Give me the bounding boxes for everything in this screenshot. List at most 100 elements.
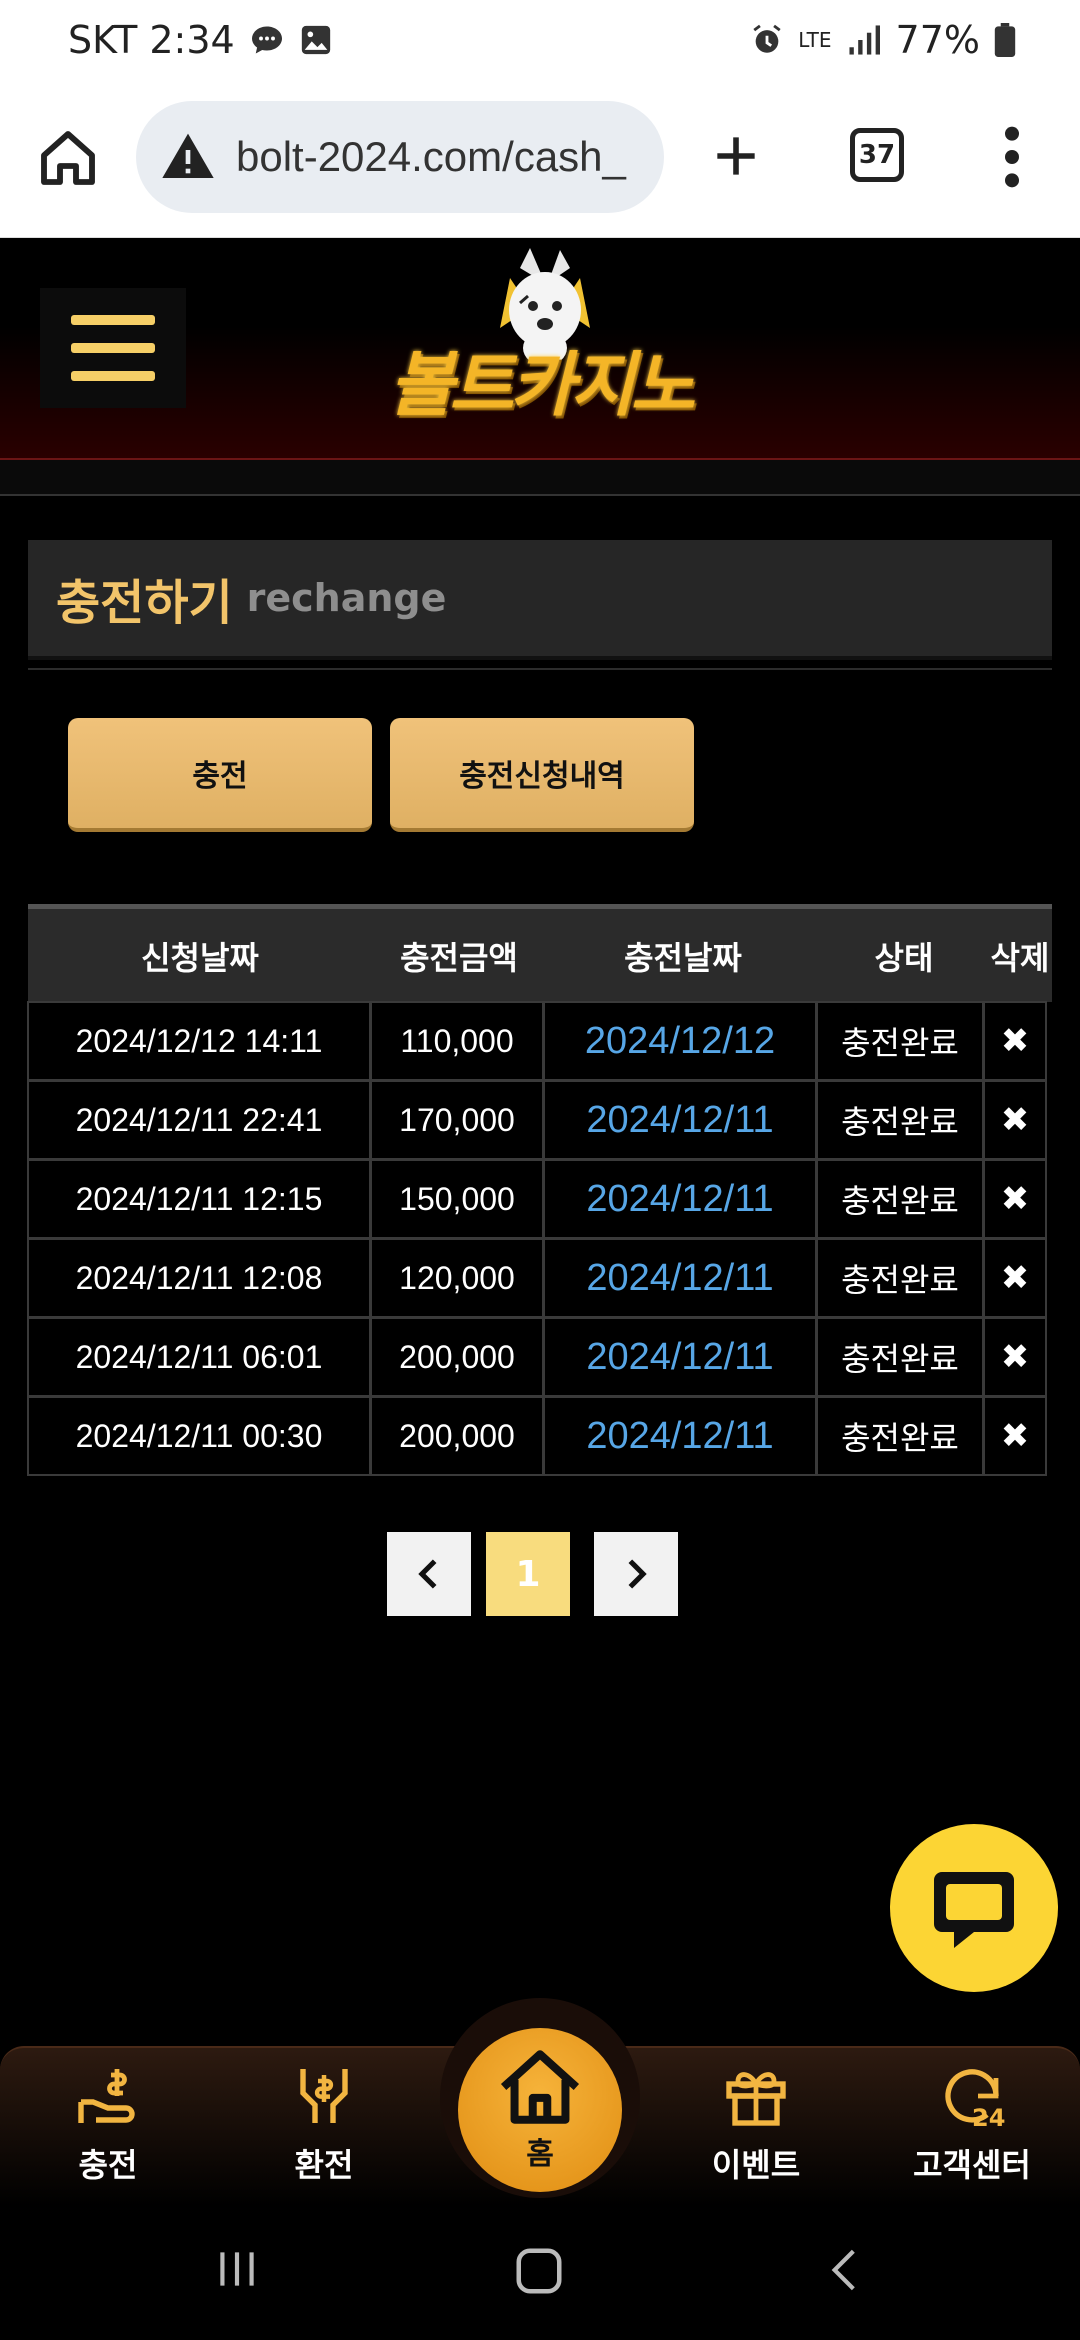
delete-icon[interactable]: ✖ bbox=[983, 1159, 1047, 1239]
cell-status: 충전완료 bbox=[816, 1238, 984, 1318]
nav-home-label: 홈 bbox=[526, 2137, 554, 2172]
carrier-time: SKT 2:34 bbox=[68, 18, 235, 62]
charge-history-button[interactable]: 충전신청내역 bbox=[390, 718, 694, 832]
support-24h-icon: 24 bbox=[945, 2069, 1005, 2132]
header-requested-date: 신청날짜 bbox=[141, 938, 259, 977]
cell-requested-date: 2024/12/12 14:11 bbox=[27, 1001, 371, 1081]
page-title-bar: 충전하기 rechange bbox=[28, 540, 1052, 660]
status-right: LTE 77% bbox=[750, 18, 1016, 62]
table-row: 2024/12/11 12:15 150,000 2024/12/11 충전완료… bbox=[27, 1159, 1052, 1239]
warning-icon bbox=[162, 133, 214, 178]
home-icon bbox=[500, 2050, 580, 2124]
delete-icon[interactable]: ✖ bbox=[983, 1001, 1047, 1081]
header-strip bbox=[0, 460, 1080, 496]
delete-icon[interactable]: ✖ bbox=[983, 1080, 1047, 1160]
cell-amount: 200,000 bbox=[370, 1317, 544, 1397]
gallery-icon bbox=[299, 23, 333, 57]
browser-toolbar: bolt-2024.com/cash_ 37 bbox=[0, 86, 1080, 238]
cell-amount: 150,000 bbox=[370, 1159, 544, 1239]
cell-status: 충전완료 bbox=[816, 1080, 984, 1160]
table-row: 2024/12/11 22:41 170,000 2024/12/11 충전완료… bbox=[27, 1080, 1052, 1160]
cell-requested-date: 2024/12/11 00:30 bbox=[27, 1396, 371, 1476]
cell-amount: 170,000 bbox=[370, 1080, 544, 1160]
cell-charged-date[interactable]: 2024/12/11 bbox=[543, 1238, 817, 1318]
cell-charged-date[interactable]: 2024/12/11 bbox=[543, 1396, 817, 1476]
prev-page-button[interactable] bbox=[387, 1532, 471, 1616]
exchange-hands-icon bbox=[300, 2069, 348, 2123]
nav-event-label: 이벤트 bbox=[711, 2146, 801, 2184]
chat-support-button[interactable] bbox=[890, 1824, 1058, 1992]
status-bar: SKT 2:34 LTE 77% bbox=[0, 0, 1080, 86]
cell-amount: 200,000 bbox=[370, 1396, 544, 1476]
hamburger-menu-icon[interactable] bbox=[40, 288, 186, 408]
page-subtitle: rechange bbox=[246, 576, 447, 620]
url-text: bolt-2024.com/cash_ bbox=[236, 133, 626, 180]
chevron-left-icon bbox=[418, 1559, 437, 1589]
nav-event[interactable]: 이벤트 bbox=[666, 2060, 846, 2200]
site-header: 볼트카지노 bbox=[0, 238, 1080, 460]
back-icon[interactable] bbox=[820, 2242, 870, 2298]
nav-exchange[interactable]: 환전 bbox=[234, 2060, 414, 2200]
system-navigation-bar bbox=[0, 2206, 1080, 2340]
network-label: LTE bbox=[798, 28, 832, 52]
cell-charged-date[interactable]: 2024/12/11 bbox=[543, 1159, 817, 1239]
charge-button[interactable]: 충전 bbox=[68, 718, 372, 832]
delete-icon[interactable]: ✖ bbox=[983, 1317, 1047, 1397]
cell-requested-date: 2024/12/11 22:41 bbox=[27, 1080, 371, 1160]
nav-exchange-label: 환전 bbox=[294, 2146, 354, 2184]
chevron-right-icon bbox=[628, 1559, 647, 1589]
nav-support[interactable]: 24 고객센터 bbox=[882, 2060, 1062, 2200]
tab-count: 37 bbox=[858, 140, 896, 170]
cell-status: 충전완료 bbox=[816, 1159, 984, 1239]
tab-switcher-button[interactable]: 37 bbox=[850, 128, 904, 182]
charge-hand-icon bbox=[78, 2069, 135, 2123]
alarm-icon bbox=[750, 23, 784, 57]
nav-charge-label: 충전 bbox=[78, 2146, 138, 2184]
battery-percent: 77% bbox=[895, 18, 980, 62]
table-header: 신청날짜 충전금액 충전날짜 상태 삭제 bbox=[28, 904, 1052, 1002]
home-nav-icon[interactable] bbox=[512, 2244, 566, 2298]
more-menu-icon[interactable] bbox=[994, 122, 1030, 192]
header-delete: 삭제 bbox=[990, 938, 1050, 977]
signal-icon bbox=[846, 24, 882, 56]
new-tab-icon[interactable] bbox=[708, 124, 764, 188]
chat-bubble-icon bbox=[934, 1872, 1014, 1948]
page-title: 충전하기 bbox=[56, 575, 233, 631]
message-icon bbox=[249, 22, 285, 58]
cell-amount: 110,000 bbox=[370, 1001, 544, 1081]
nav-support-label: 고객센터 bbox=[913, 2146, 1031, 2184]
cell-charged-date[interactable]: 2024/12/11 bbox=[543, 1080, 817, 1160]
status-left: SKT 2:34 bbox=[68, 18, 333, 62]
cell-charged-date[interactable]: 2024/12/12 bbox=[543, 1001, 817, 1081]
table-row: 2024/12/12 14:11 110,000 2024/12/12 충전완료… bbox=[27, 1001, 1052, 1081]
cell-amount: 120,000 bbox=[370, 1238, 544, 1318]
address-bar[interactable]: bolt-2024.com/cash_ bbox=[136, 101, 664, 213]
header-amount: 충전금액 bbox=[400, 938, 518, 977]
table-row: 2024/12/11 00:30 200,000 2024/12/11 충전완료… bbox=[27, 1396, 1052, 1476]
header-charged-date: 충전날짜 bbox=[624, 938, 742, 977]
battery-icon bbox=[994, 23, 1016, 57]
delete-icon[interactable]: ✖ bbox=[983, 1238, 1047, 1318]
cell-status: 충전완료 bbox=[816, 1317, 984, 1397]
charge-history-table: 신청날짜 충전금액 충전날짜 상태 삭제 2024/12/12 14:11 11… bbox=[27, 904, 1052, 1476]
delete-icon[interactable]: ✖ bbox=[983, 1396, 1047, 1476]
cell-status: 충전완료 bbox=[816, 1001, 984, 1081]
nav-home[interactable]: 홈 bbox=[458, 2028, 622, 2192]
divider bbox=[28, 668, 1052, 670]
next-page-button[interactable] bbox=[594, 1532, 678, 1616]
page-number-button[interactable]: 1 bbox=[486, 1532, 570, 1616]
table-row: 2024/12/11 12:08 120,000 2024/12/11 충전완료… bbox=[27, 1238, 1052, 1318]
header-status: 상태 bbox=[874, 938, 934, 977]
cell-charged-date[interactable]: 2024/12/11 bbox=[543, 1317, 817, 1397]
svg-text:24: 24 bbox=[972, 2104, 1005, 2132]
site-logo[interactable]: 볼트카지노 bbox=[360, 248, 720, 448]
cell-requested-date: 2024/12/11 12:08 bbox=[27, 1238, 371, 1318]
recent-apps-icon[interactable] bbox=[212, 2244, 262, 2294]
cell-status: 충전완료 bbox=[816, 1396, 984, 1476]
browser-home-icon[interactable] bbox=[36, 126, 100, 190]
nav-charge[interactable]: 충전 bbox=[18, 2060, 198, 2200]
gift-icon bbox=[726, 2072, 786, 2126]
cell-requested-date: 2024/12/11 12:15 bbox=[27, 1159, 371, 1239]
cell-requested-date: 2024/12/11 06:01 bbox=[27, 1317, 371, 1397]
table-row: 2024/12/11 06:01 200,000 2024/12/11 충전완료… bbox=[27, 1317, 1052, 1397]
